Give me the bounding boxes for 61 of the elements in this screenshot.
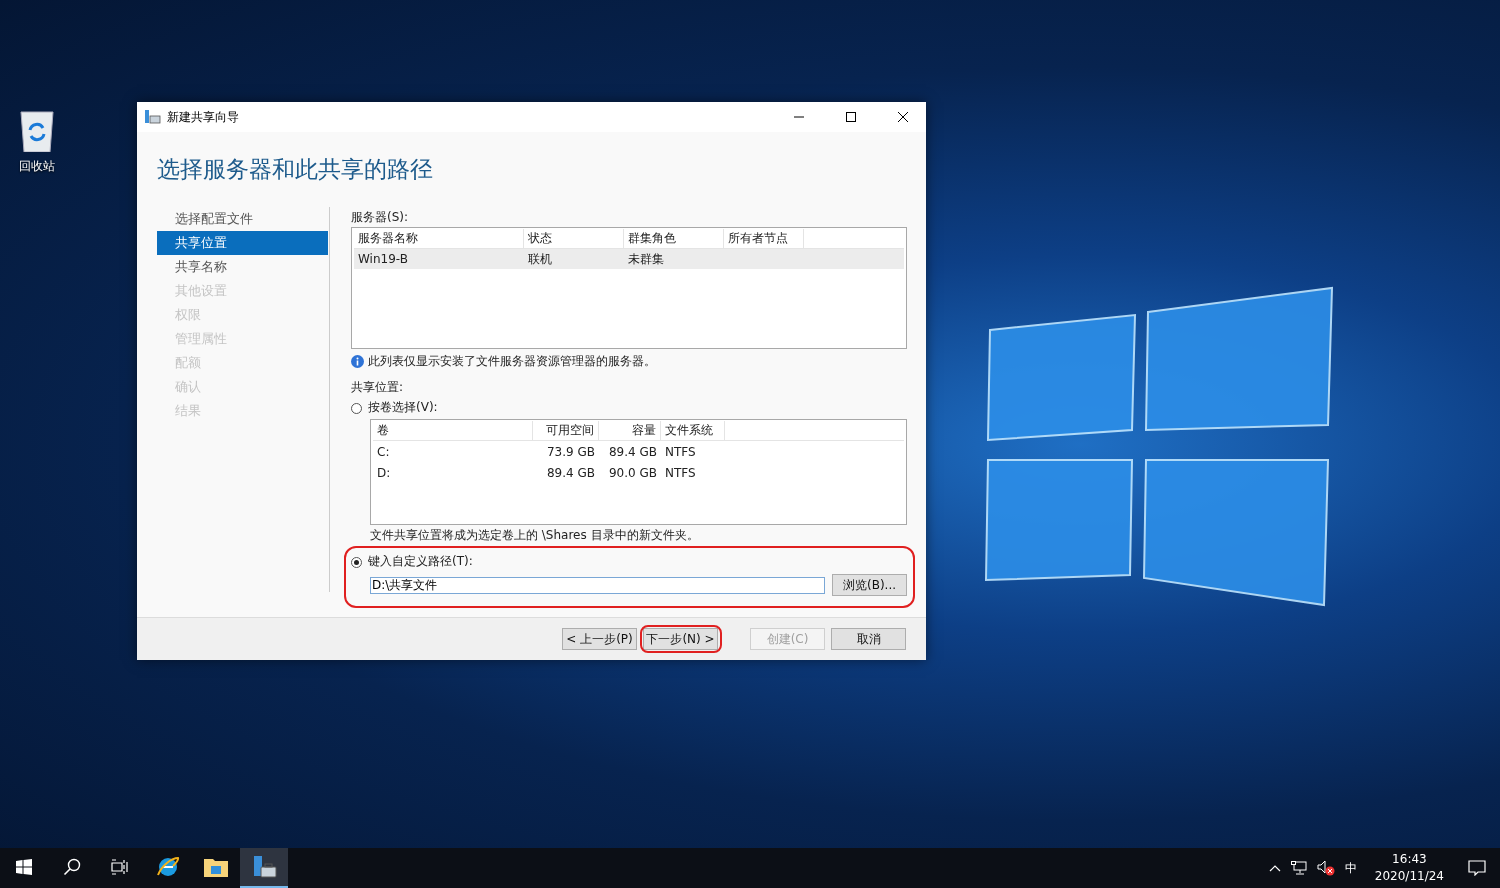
table-cell-text: Win19-B — [357, 251, 409, 268]
browse-button[interactable]: 浏览(B)... — [832, 574, 907, 596]
page-heading: 选择服务器和此共享的路径 — [157, 155, 434, 184]
column-header[interactable]: 服务器名称 — [354, 229, 524, 248]
table-row[interactable]: D: 89.4 GB 90.0 GB NTFS — [373, 463, 904, 483]
maximize-icon — [846, 112, 856, 122]
clock-date: 2020/11/24 — [1374, 868, 1444, 885]
radio-label[interactable]: 按卷选择(V): — [368, 397, 438, 417]
app-icon — [145, 110, 161, 124]
servers-label: 服务器(S): — [351, 209, 409, 226]
column-header[interactable]: 文件系统 — [661, 421, 725, 440]
clock[interactable]: 16:43 2020/11/24 — [1366, 851, 1452, 885]
table-row[interactable]: C: 73.9 GB 89.4 GB NTFS — [373, 442, 904, 462]
input-method-indicator[interactable]: 中 — [1344, 859, 1357, 877]
radio-button[interactable] — [351, 402, 362, 414]
column-header[interactable]: 群集角色 — [624, 229, 724, 248]
column-header[interactable]: 卷 — [373, 421, 533, 440]
network-icon[interactable] — [1290, 861, 1307, 875]
taskbar-button[interactable] — [240, 848, 288, 888]
wizard-button[interactable]: 下一步(N) > — [643, 628, 718, 650]
table-cell-text: 未群集 — [627, 251, 665, 268]
nav-item[interactable]: 共享名称 — [157, 255, 328, 279]
chevron-up-icon[interactable] — [1268, 864, 1281, 872]
table-cell-text: 联机 — [527, 251, 553, 268]
windows-start-icon — [16, 859, 32, 875]
volume-note: 文件共享位置将成为选定卷上的 \Shares 目录中的新文件夹。 — [370, 527, 699, 544]
wizard-button[interactable]: < 上一步(P) — [562, 628, 637, 650]
table-cell-text: NTFS — [664, 444, 697, 461]
desktop-icon-label[interactable]: 回收站 — [19, 158, 55, 175]
browser-e-icon — [156, 855, 180, 879]
recycle-bin-icon[interactable] — [18, 108, 56, 152]
info-icon — [351, 354, 364, 368]
column-header[interactable]: 容量 — [599, 421, 661, 440]
notification-icon[interactable] — [1468, 860, 1486, 876]
table-cell-text: 89.4 GB — [545, 465, 596, 482]
window-title: 新建共享向导 — [167, 108, 240, 126]
clock-time: 16:43 — [1392, 851, 1427, 868]
column-header[interactable]: 所有者节点 — [724, 229, 804, 248]
nav-item[interactable]: 选择配置文件 — [157, 207, 328, 231]
close-icon — [898, 112, 908, 122]
table-row[interactable]: Win19-B 联机 未群集 — [354, 249, 904, 269]
radio-label[interactable]: 键入自定义路径(T): — [368, 551, 473, 571]
folder-icon — [204, 857, 228, 877]
table-cell-text: NTFS — [664, 465, 697, 482]
search-icon — [63, 858, 81, 876]
table-cell-text: 73.9 GB — [545, 444, 596, 461]
table-cell-text: C: — [376, 444, 391, 461]
task-view-icon — [111, 859, 129, 875]
path-field[interactable]: D:\共享文件 — [370, 576, 825, 594]
radio-button[interactable] — [351, 556, 362, 568]
table-cell-text: 90.0 GB — [607, 465, 658, 482]
share-location-label: 共享位置: — [351, 379, 404, 396]
muted-speaker-icon[interactable] — [1316, 860, 1335, 876]
nav-item[interactable]: 共享位置 — [157, 231, 328, 255]
wizard-button[interactable]: 取消 — [831, 628, 906, 650]
info-note: 此列表仅显示安装了文件服务器资源管理器的服务器。 — [368, 353, 656, 370]
server-toolbox-icon — [251, 854, 277, 880]
column-header[interactable]: 可用空间 — [533, 421, 599, 440]
table-cell-text: D: — [376, 465, 392, 482]
column-header[interactable]: 状态 — [524, 229, 624, 248]
table-cell-text: 89.4 GB — [607, 444, 658, 461]
